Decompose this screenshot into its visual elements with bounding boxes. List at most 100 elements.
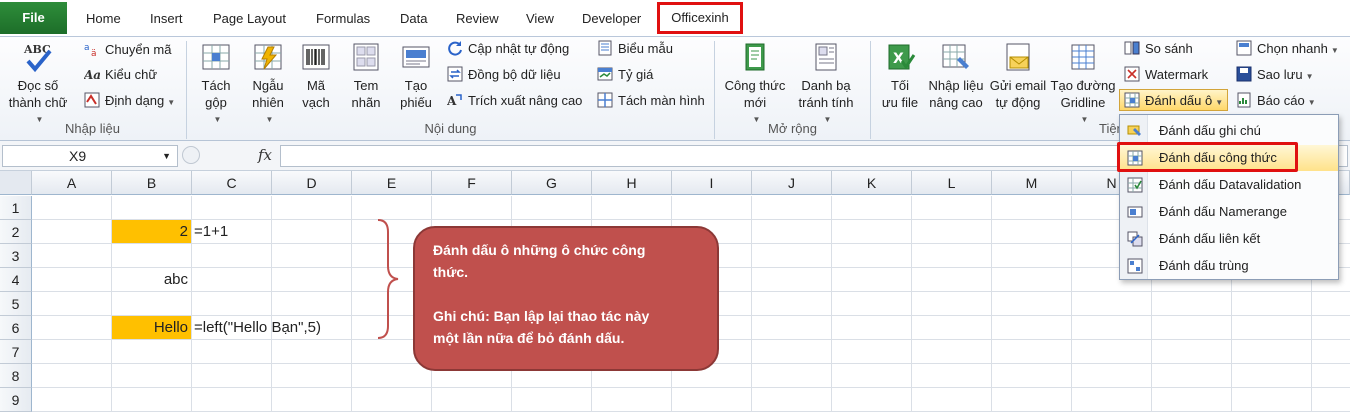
column-header[interactable]: B: [112, 171, 192, 195]
row-header[interactable]: 9: [0, 388, 32, 412]
column-header[interactable]: H: [592, 171, 672, 195]
gui-email-label-2: tự động: [995, 95, 1041, 110]
column-header[interactable]: J: [752, 171, 832, 195]
tab-review[interactable]: Review: [456, 7, 499, 31]
barcode-icon: [302, 44, 330, 70]
row-header[interactable]: 6: [0, 316, 32, 340]
menu-item-danh-dau-ghi-chu[interactable]: Đánh dấu ghi chú: [1120, 118, 1338, 144]
column-header[interactable]: G: [512, 171, 592, 195]
row-header[interactable]: 3: [0, 244, 32, 268]
danh-dau-o-button[interactable]: Đánh dấu ô ▼: [1119, 89, 1229, 111]
tab-view[interactable]: View: [526, 7, 554, 31]
bao-cao-button[interactable]: Báo cáo ▼: [1236, 90, 1316, 112]
tab-data[interactable]: Data: [400, 7, 427, 31]
nhap-lieu-nang-cao-button[interactable]: Nhập liệu nâng cao: [924, 41, 988, 111]
column-header[interactable]: E: [352, 171, 432, 195]
fx-icon[interactable]: fx: [258, 146, 272, 164]
cell-b2[interactable]: 2: [112, 220, 191, 243]
label-icon: [353, 43, 379, 71]
callout-note: Đánh dấu ô những ô chức công thức. Ghi c…: [413, 226, 719, 371]
column-header[interactable]: I: [672, 171, 752, 195]
danh-ba-label-1: Danh bạ: [801, 78, 851, 93]
menu-item-danh-dau-trung[interactable]: Đánh dấu trùng: [1120, 253, 1338, 279]
svg-text:A: A: [447, 94, 457, 108]
menu-item-danh-dau-lien-ket[interactable]: Đánh dấu liên kết: [1120, 226, 1338, 252]
menu-item-danh-dau-namerange[interactable]: Đánh dấu Namerange: [1120, 199, 1338, 225]
row-header[interactable]: 1: [0, 196, 32, 220]
namerange-mark-icon: [1127, 206, 1143, 218]
cong-thuc-moi-button[interactable]: Công thức mới ▼: [720, 41, 790, 128]
tab-page-layout[interactable]: Page Layout: [213, 7, 286, 31]
row-header[interactable]: 8: [0, 364, 32, 388]
resize-handle-icon[interactable]: [182, 146, 200, 164]
danh-ba-button[interactable]: Danh bạ tránh tính ▼: [788, 41, 864, 128]
dinh-dang-button[interactable]: Định dạng ▼: [84, 90, 175, 112]
danh-dau-o-menu: Đánh dấu ghi chú Đánh dấu công thức Đánh…: [1119, 114, 1339, 280]
tab-insert[interactable]: Insert: [150, 7, 183, 31]
tab-file[interactable]: File: [0, 2, 67, 34]
toi-uu-label-1: Tối: [890, 78, 910, 93]
menu-item-danh-dau-datavalidation[interactable]: Đánh dấu Datavalidation: [1120, 172, 1338, 198]
toi-uu-label-2: ưu file: [881, 95, 919, 110]
convert-code-icon: aä: [84, 43, 97, 57]
row-header[interactable]: 2: [0, 220, 32, 244]
column-header[interactable]: F: [432, 171, 512, 195]
extract-icon: A: [447, 94, 462, 108]
email-icon: [1006, 43, 1030, 71]
tach-gop-button[interactable]: Tách gộp ▼: [194, 41, 238, 128]
chon-nhanh-button[interactable]: Chọn nhanh ▼: [1236, 38, 1339, 60]
link-mark-icon: [1127, 231, 1143, 247]
tab-formulas[interactable]: Formulas: [316, 7, 370, 31]
tach-man-hinh-button[interactable]: Tách màn hình: [597, 90, 705, 112]
comment-mark-icon: [1127, 125, 1141, 136]
group-separator: [870, 41, 871, 139]
gridline: [271, 196, 272, 412]
form-icon: [598, 40, 612, 56]
doc-so-thanh-chu-button[interactable]: ABC Đọc số thành chữ ▼: [2, 41, 74, 128]
svg-text:ä: ä: [91, 49, 97, 57]
tab-developer[interactable]: Developer: [582, 7, 641, 31]
column-header[interactable]: K: [832, 171, 912, 195]
so-sanh-button[interactable]: So sánh: [1124, 38, 1193, 60]
ty-gia-button[interactable]: Tỷ giá: [597, 64, 653, 86]
column-header[interactable]: C: [192, 171, 272, 195]
tao-phieu-label-1: Tạo: [404, 78, 428, 93]
column-header[interactable]: M: [992, 171, 1072, 195]
tab-home[interactable]: Home: [86, 7, 121, 31]
cell-b4[interactable]: abc: [112, 268, 191, 291]
tem-nhan-button[interactable]: Tem nhãn: [346, 41, 386, 111]
cell-b6[interactable]: Hello: [112, 316, 191, 339]
tab-officexinh[interactable]: Officexinh: [657, 2, 743, 34]
trich-xuat-nang-cao-button[interactable]: A Trích xuất nâng cao: [447, 90, 582, 112]
cell-c2[interactable]: =1+1: [194, 220, 228, 243]
sao-luu-button[interactable]: Sao lưu ▼: [1236, 64, 1314, 86]
dong-bo-du-lieu-button[interactable]: Đồng bộ dữ liệu: [447, 64, 561, 86]
bieu-mau-button[interactable]: Biểu mẫu: [597, 38, 673, 60]
ngau-nhien-button[interactable]: Ngẫu nhiên ▼: [244, 41, 292, 128]
row-header[interactable]: 7: [0, 340, 32, 364]
column-header[interactable]: D: [272, 171, 352, 195]
name-box[interactable]: X9 ▼: [2, 145, 178, 167]
formula-book-icon: [745, 43, 765, 71]
tao-duong-gridline-button[interactable]: Tạo đường Gridline ▼: [1046, 41, 1120, 128]
ma-vach-button[interactable]: Mã vạch: [296, 41, 336, 111]
cap-nhat-tu-dong-button[interactable]: Cập nhật tự động: [447, 38, 569, 60]
callout-line-4: một lần nữa để bỏ đánh dấu.: [433, 330, 625, 346]
cell-c6[interactable]: =left("Hello Bạn",5): [194, 316, 321, 339]
watermark-button[interactable]: Watermark: [1124, 64, 1208, 86]
callout-line-2: thức.: [433, 264, 469, 280]
watermark-icon: [1124, 66, 1140, 82]
select-all-corner[interactable]: [0, 171, 32, 195]
toi-uu-file-button[interactable]: X Tối ưu file: [874, 41, 926, 111]
column-header[interactable]: L: [912, 171, 992, 195]
chuyen-ma-button[interactable]: a ä Chuyển mã: [84, 39, 171, 61]
gui-email-tu-dong-button[interactable]: Gửi email tự động: [988, 41, 1048, 111]
row-header[interactable]: 4: [0, 268, 32, 292]
kieu-chu-button[interactable]: Aa Kiểu chữ: [84, 64, 157, 86]
tao-phieu-button[interactable]: Tạo phiếu: [396, 41, 436, 111]
callout-line-3: Ghi chú: Bạn lập lại thao tác này: [433, 308, 650, 324]
svg-text:X: X: [893, 51, 904, 67]
column-header[interactable]: A: [32, 171, 112, 195]
row-header[interactable]: 5: [0, 292, 32, 316]
gridline: [911, 196, 912, 412]
